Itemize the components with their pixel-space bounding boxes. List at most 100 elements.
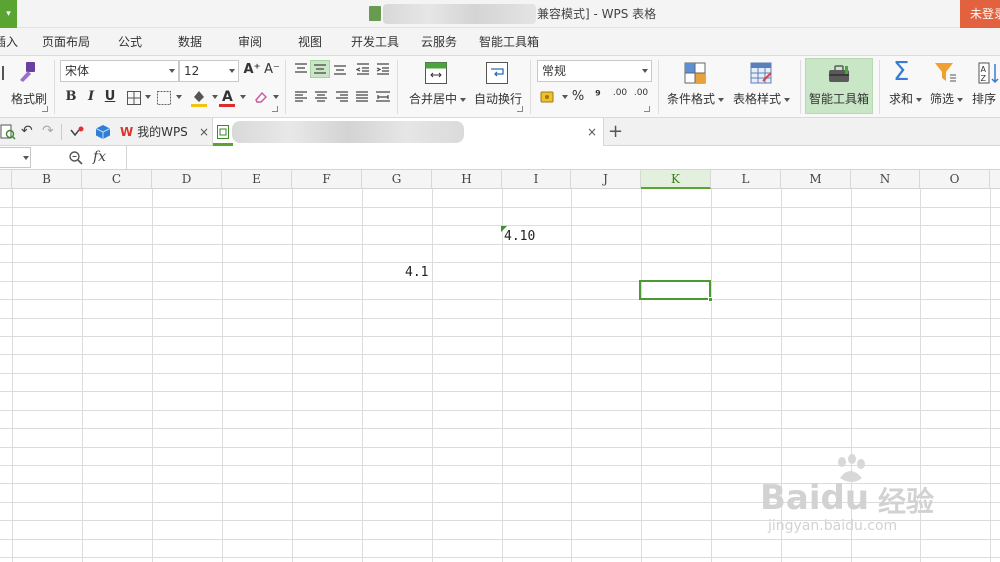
clear-format-icon[interactable] [253, 89, 269, 105]
font-color-icon[interactable]: A [218, 88, 236, 108]
format-painter-label[interactable]: 格式刷 [11, 90, 47, 107]
app-menu-button[interactable]: ▾ [0, 0, 17, 28]
borders-icon[interactable] [126, 90, 142, 106]
active-cell-selection[interactable] [639, 280, 713, 302]
wrap-text-button[interactable]: 自动换行 [474, 90, 522, 107]
tab-formulas[interactable]: 公式 [118, 28, 142, 56]
column-header-p-partial[interactable] [990, 170, 1000, 189]
my-wps-tab[interactable]: W 我的WPS [120, 118, 188, 146]
merge-center-icon[interactable] [424, 61, 448, 85]
cell-style-dropdown-icon[interactable] [176, 95, 182, 99]
column-header-b[interactable]: B [12, 170, 82, 189]
align-middle-icon[interactable] [312, 62, 328, 76]
smart-toolbox-label[interactable]: 智能工具箱 [809, 90, 869, 107]
decrease-decimal-button[interactable]: .00 [632, 88, 650, 106]
undo-icon[interactable]: ↶ [21, 123, 33, 139]
tab-view[interactable]: 视图 [298, 28, 322, 56]
column-header-j[interactable]: J [571, 170, 641, 189]
font-launcher-icon[interactable] [272, 106, 278, 112]
zoom-lookup-icon[interactable] [68, 150, 84, 166]
clipboard-launcher-icon[interactable] [42, 106, 48, 112]
formula-input[interactable] [126, 146, 1000, 169]
column-header-g[interactable]: G [362, 170, 432, 189]
sum-button[interactable]: 求和 [889, 90, 923, 107]
font-name-select[interactable]: 宋体 [60, 60, 179, 82]
column-header-i[interactable]: I [502, 170, 571, 189]
column-header-o[interactable]: O [920, 170, 990, 189]
menu-bar: 插入 页面布局 公式 数据 审阅 视图 开发工具 云服务 智能工具箱 [0, 28, 1000, 56]
distributed-align-icon[interactable] [374, 90, 392, 104]
decrease-indent-icon[interactable] [355, 62, 371, 76]
column-header-f[interactable]: F [292, 170, 362, 189]
fill-handle[interactable] [708, 297, 713, 302]
column-header-e[interactable]: E [222, 170, 292, 189]
sort-button[interactable]: 排序 [972, 90, 996, 107]
borders-dropdown-icon[interactable] [145, 95, 151, 99]
close-my-wps-tab-icon[interactable]: × [199, 118, 209, 146]
clear-format-dropdown-icon[interactable] [273, 95, 279, 99]
conditional-format-button[interactable]: 条件格式 [667, 90, 725, 107]
filter-button[interactable]: 筛选 [930, 90, 964, 107]
fill-color-icon[interactable] [190, 88, 208, 108]
close-document-tab-icon[interactable]: × [587, 118, 597, 146]
insert-function-button[interactable]: fx [93, 149, 106, 165]
wrap-text-icon[interactable] [485, 61, 509, 85]
grow-font-button[interactable]: A⁺ [243, 61, 261, 79]
filter-icon[interactable] [933, 61, 959, 85]
underline-button[interactable]: U [101, 88, 119, 106]
increase-decimal-button[interactable]: .00 [611, 88, 629, 106]
column-header-d[interactable]: D [152, 170, 222, 189]
ribbon-separator [879, 60, 880, 114]
toolbox-icon[interactable] [827, 64, 851, 84]
tab-page-layout[interactable]: 页面布局 [42, 28, 90, 56]
increase-indent-icon[interactable] [375, 62, 391, 76]
column-header-a-partial[interactable] [0, 170, 12, 189]
new-tab-button[interactable]: + [608, 118, 623, 146]
align-right-icon[interactable] [334, 90, 350, 104]
table-style-button[interactable]: 表格样式 [733, 90, 791, 107]
align-bottom-icon[interactable] [332, 62, 348, 76]
tab-cloud-service[interactable]: 云服务 [421, 28, 457, 56]
column-header-n[interactable]: N [851, 170, 920, 189]
cell-style-icon[interactable] [156, 90, 172, 106]
table-style-icon[interactable] [749, 61, 773, 85]
bold-button[interactable]: B [62, 88, 80, 106]
tab-insert[interactable]: 插入 [0, 28, 18, 56]
number-format-select[interactable]: 常规 [537, 60, 652, 82]
tab-review[interactable]: 审阅 [238, 28, 262, 56]
shrink-font-button[interactable]: A⁻ [263, 61, 281, 79]
font-color-dropdown-icon[interactable] [240, 95, 246, 99]
format-painter-icon[interactable] [16, 60, 40, 84]
name-box[interactable] [0, 147, 31, 168]
comma-style-button[interactable]: ⁹ [589, 88, 607, 106]
currency-format-icon[interactable] [540, 89, 558, 105]
redo-icon[interactable]: ↷ [42, 123, 54, 139]
column-header-k[interactable]: K [641, 170, 711, 189]
cube-app-icon[interactable] [95, 124, 111, 140]
align-left-icon[interactable] [293, 90, 309, 104]
column-header-c[interactable]: C [82, 170, 152, 189]
number-launcher-icon[interactable] [644, 106, 650, 112]
login-button[interactable]: 未登录 [960, 0, 1000, 28]
tab-data[interactable]: 数据 [178, 28, 202, 56]
print-preview-icon[interactable] [0, 124, 16, 140]
column-header-h[interactable]: H [432, 170, 502, 189]
paste-icon[interactable] [0, 66, 4, 80]
alignment-launcher-icon[interactable] [517, 106, 523, 112]
sum-icon[interactable]: Σ [893, 57, 909, 87]
percent-button[interactable]: % [569, 88, 587, 106]
align-center-icon[interactable] [313, 90, 329, 104]
currency-dropdown-icon[interactable] [562, 95, 568, 99]
column-header-m[interactable]: M [781, 170, 851, 189]
font-size-select[interactable]: 12 [179, 60, 239, 82]
sort-icon[interactable]: A Z [977, 61, 1000, 85]
tab-developer[interactable]: 开发工具 [351, 28, 399, 56]
conditional-format-icon[interactable] [683, 61, 707, 85]
column-header-l[interactable]: L [711, 170, 781, 189]
merge-center-button[interactable]: 合并居中 [409, 90, 467, 107]
tab-smart-toolbox[interactable]: 智能工具箱 [479, 28, 539, 56]
justify-icon[interactable] [354, 90, 370, 104]
align-top-icon[interactable] [293, 62, 309, 76]
quick-access-customize-icon[interactable] [70, 126, 84, 138]
italic-button[interactable]: I [82, 88, 100, 106]
